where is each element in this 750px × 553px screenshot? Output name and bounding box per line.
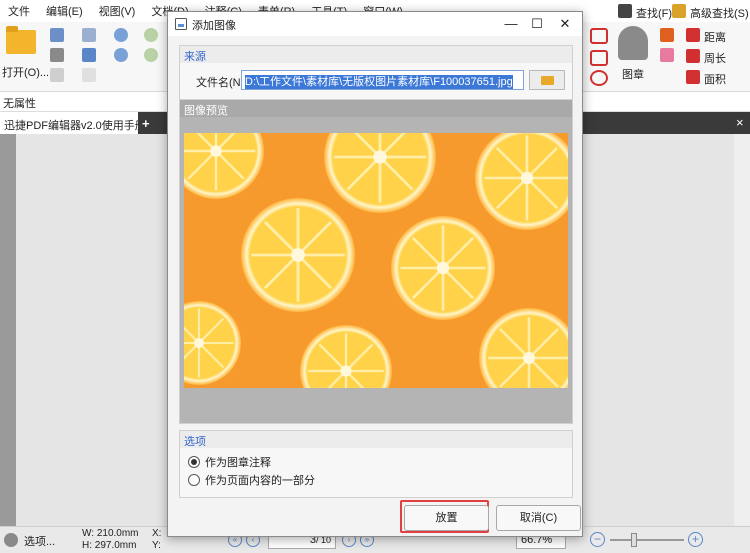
filename-value: D:\工作文件\素材库\无版权图片素材库\F100037651.jpg <box>245 75 513 89</box>
option-stamp-label: 作为图章注释 <box>205 457 271 469</box>
preview-group-title: 图像预览 <box>180 100 572 117</box>
advanced-find-icon[interactable] <box>672 4 686 18</box>
menu-file[interactable]: 文件 <box>0 3 38 19</box>
distance-icon[interactable] <box>686 28 700 42</box>
find-button[interactable]: 查找(F) <box>636 5 673 21</box>
new-tab-icon[interactable]: + <box>142 116 150 131</box>
area-icon[interactable] <box>686 70 700 84</box>
maximize-icon[interactable]: ☐ <box>524 14 550 34</box>
dialog-titlebar[interactable]: 添加图像 — ☐ ✕ <box>168 12 582 36</box>
print-icon[interactable] <box>50 48 64 62</box>
browse-button[interactable] <box>529 70 565 90</box>
source-group: 来源 文件名(N): D:\工作文件\素材库\无版权图片素材库\F1000376… <box>179 45 573 101</box>
distance-label[interactable]: 距离 <box>704 29 726 45</box>
option-page-content-label: 作为页面内容的一部分 <box>205 475 315 487</box>
radio-unselected-icon[interactable] <box>188 474 200 486</box>
cancel-button[interactable]: 取消(C) <box>496 505 581 531</box>
select-tool[interactable]: 选项... <box>24 533 55 549</box>
stamp-icon[interactable] <box>618 26 648 60</box>
area-label[interactable]: 面积 <box>704 71 726 87</box>
y-readout: Y: <box>152 540 161 551</box>
perimeter-label[interactable]: 周长 <box>704 50 726 66</box>
advanced-find-button[interactable]: 高级查找(S) <box>690 5 749 21</box>
gear-icon[interactable] <box>4 533 18 547</box>
close-icon[interactable]: ✕ <box>552 14 578 34</box>
export-icon[interactable] <box>50 68 64 82</box>
menu-view[interactable]: 视图(V) <box>91 3 144 19</box>
filename-label: 文件名(N): <box>196 77 248 89</box>
x-readout: X: <box>152 528 162 539</box>
options-group: 选项 作为图章注释 作为页面内容的一部分 <box>179 430 573 498</box>
zoom-slider-thumb[interactable] <box>631 533 637 547</box>
option-page-content[interactable]: 作为页面内容的一部分 <box>188 472 315 488</box>
width-readout: W: 210.0mm <box>82 528 139 539</box>
dialog-title: 添加图像 <box>192 20 236 32</box>
polygon2-icon[interactable] <box>590 70 608 86</box>
add-image-dialog: 添加图像 — ☐ ✕ 来源 文件名(N): D:\工作文件\素材库\无版权图片素… <box>167 11 583 537</box>
cloud-icon[interactable] <box>590 50 608 66</box>
minimize-icon[interactable]: — <box>498 14 524 34</box>
close-tab-icon[interactable]: × <box>736 115 744 130</box>
polygon-icon[interactable] <box>590 28 608 44</box>
new-doc-icon[interactable] <box>82 68 96 82</box>
zoom-in-icon[interactable]: + <box>688 532 703 547</box>
radio-selected-icon[interactable] <box>188 456 200 468</box>
filename-input[interactable]: D:\工作文件\素材库\无版权图片素材库\F100037651.jpg <box>241 70 524 90</box>
menu-edit[interactable]: 编辑(E) <box>38 3 91 19</box>
source-group-title: 来源 <box>180 46 572 63</box>
email-icon[interactable] <box>82 28 96 42</box>
open-folder-icon[interactable] <box>6 26 36 54</box>
eraser-icon[interactable] <box>660 48 674 62</box>
vertical-scrollbar[interactable] <box>734 134 750 526</box>
pencil-icon[interactable] <box>660 28 674 42</box>
undo-icon[interactable] <box>114 28 128 42</box>
save-icon[interactable] <box>50 28 64 42</box>
perimeter-icon[interactable] <box>686 49 700 63</box>
document-tab[interactable]: 迅捷PDF编辑器v2.0使用手册 <box>0 112 138 134</box>
find-icon[interactable] <box>618 4 632 18</box>
back-icon[interactable] <box>144 28 158 42</box>
property-bar-text: 无属性 <box>3 98 36 110</box>
forward-icon[interactable] <box>144 48 158 62</box>
redo-icon[interactable] <box>114 48 128 62</box>
ribbon-left: 打开(O)... <box>0 22 170 92</box>
zoom-slider[interactable] <box>610 539 684 541</box>
option-stamp-annotation[interactable]: 作为图章注释 <box>188 454 271 470</box>
zoom-out-icon[interactable]: − <box>590 532 605 547</box>
scan-icon[interactable] <box>82 48 96 62</box>
place-button[interactable]: 放置 <box>404 505 489 531</box>
open-label[interactable]: 打开(O)... <box>2 64 49 80</box>
image-icon <box>175 18 187 30</box>
stamp-label[interactable]: 图章 <box>622 66 644 82</box>
folder-icon <box>541 76 554 85</box>
options-group-title: 选项 <box>180 431 572 448</box>
image-preview-group: 图像预览 <box>179 99 573 424</box>
height-readout: H: 297.0mm <box>82 540 137 551</box>
image-preview <box>184 133 568 388</box>
